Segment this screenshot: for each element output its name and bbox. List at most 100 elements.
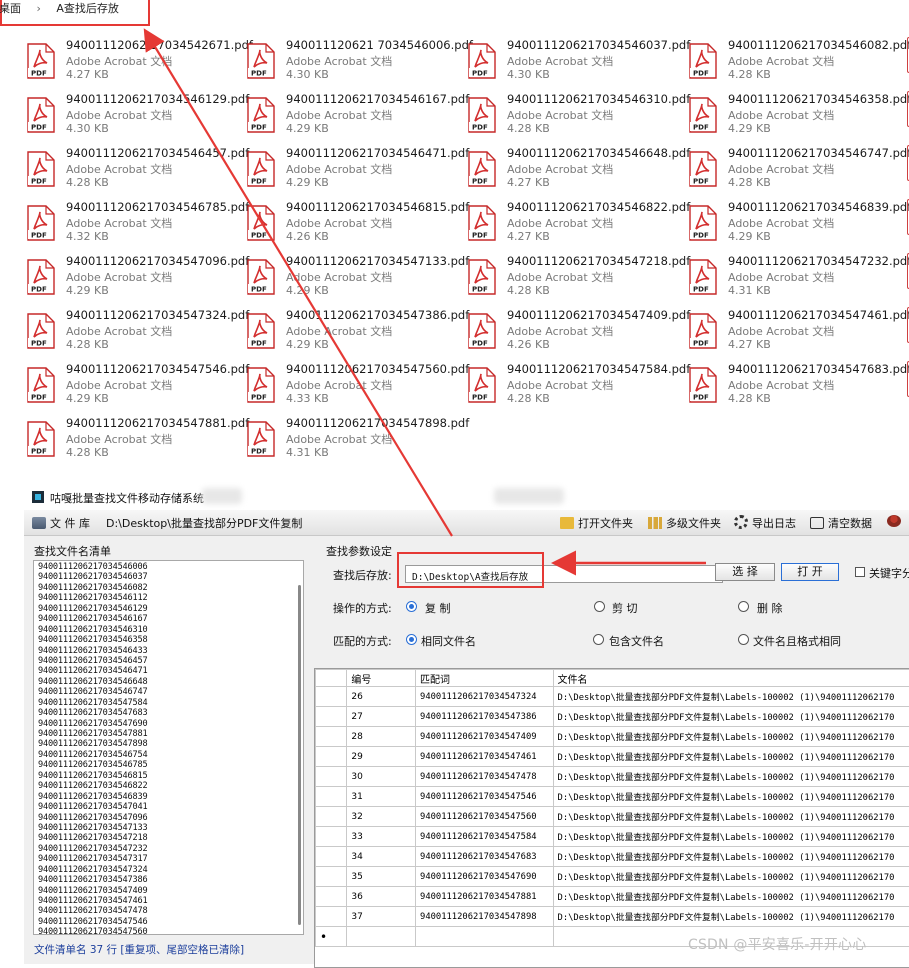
cell-filename[interactable]: D:\Desktop\批量查找部分PDF文件复制\Labels-100002 (… (553, 727, 909, 747)
results-grid[interactable]: 编号 匹配词 文件名 269400111206217034547324D:\De… (314, 668, 909, 968)
row-selector[interactable] (316, 807, 347, 827)
file-item[interactable]: PDF9400111206217034547218.pdfAdobe Acrob… (466, 256, 681, 308)
cell-filename[interactable]: D:\Desktop\批量查找部分PDF文件复制\Labels-100002 (… (553, 807, 909, 827)
cell-no[interactable] (347, 927, 416, 947)
list-item[interactable]: 9400111206217034547584 (34, 698, 303, 708)
list-item[interactable]: 9400111206217034546006 (34, 562, 303, 572)
row-selector[interactable] (316, 827, 347, 847)
col-header-word[interactable]: 匹配词 (416, 670, 554, 687)
file-item[interactable]: PDF9400111206217034547881.pdfAdobe Acrob… (25, 418, 240, 470)
file-item[interactable]: PDF9400111206217034546839.pdfAdobe Acrob… (687, 202, 902, 254)
col-header-filename[interactable]: 文件名 (553, 670, 909, 687)
row-selector[interactable] (316, 707, 347, 727)
file-item[interactable]: PDF9400111206217034547560.pdfAdobe Acrob… (245, 364, 460, 416)
cell-word[interactable]: 9400111206217034547324 (416, 687, 554, 707)
file-item[interactable]: PDF9400111206217034546358.pdfAdobe Acrob… (687, 94, 902, 146)
cell-filename[interactable]: D:\Desktop\批量查找部分PDF文件复制\Labels-100002 (… (553, 687, 909, 707)
list-item[interactable]: 9400111206217034547409 (34, 886, 303, 896)
table-row[interactable]: 329400111206217034547560D:\Desktop\批量查找部… (316, 807, 909, 827)
op-copy-radio[interactable] (406, 601, 417, 612)
list-item[interactable]: 9400111206217034547881 (34, 729, 303, 739)
file-item[interactable]: PDF9400111206217034547898.pdfAdobe Acrob… (245, 418, 460, 470)
list-item[interactable]: 9400111206217034546648 (34, 677, 303, 687)
cell-filename[interactable]: D:\Desktop\批量查找部分PDF文件复制\Labels-100002 (… (553, 767, 909, 787)
file-item[interactable]: PDF9400111206217034546167.pdfAdobe Acrob… (245, 94, 460, 146)
match-contains-radio[interactable] (593, 634, 604, 645)
row-selector[interactable] (316, 747, 347, 767)
breadcrumb-root[interactable]: 桌面 (0, 0, 21, 16)
file-item[interactable]: PDF9400111206217034546747.pdfAdobe Acrob… (687, 148, 902, 200)
list-item[interactable]: 9400111206217034547478 (34, 906, 303, 916)
row-selector[interactable] (316, 787, 347, 807)
library-button[interactable]: 文 件 库 (32, 515, 90, 531)
table-row[interactable]: 299400111206217034547461D:\Desktop\批量查找部… (316, 747, 909, 767)
cell-word[interactable]: 9400111206217034547409 (416, 727, 554, 747)
list-item[interactable]: 9400111206217034546310 (34, 625, 303, 635)
file-item[interactable]: PDF9400111206217034546471.pdfAdobe Acrob… (245, 148, 460, 200)
cell-word[interactable]: 9400111206217034547478 (416, 767, 554, 787)
list-item[interactable]: 9400111206217034547690 (34, 719, 303, 729)
list-item[interactable]: 9400111206217034547546 (34, 917, 303, 927)
list-item[interactable]: 9400111206217034546754 (34, 750, 303, 760)
list-item[interactable]: 9400111206217034546129 (34, 604, 303, 614)
list-item[interactable]: 9400111206217034546082 (34, 583, 303, 593)
file-item[interactable]: PDF9400111206217034547461.pdfAdobe Acrob… (687, 310, 902, 362)
open-folder-button[interactable]: 打开文件夹 (560, 515, 633, 531)
table-row[interactable]: 339400111206217034547584D:\Desktop\批量查找部… (316, 827, 909, 847)
row-selector[interactable] (316, 887, 347, 907)
col-header-no[interactable]: 编号 (347, 670, 416, 687)
user-icon[interactable] (887, 515, 905, 528)
file-item[interactable]: PDF9400111206217034547096.pdfAdobe Acrob… (25, 256, 240, 308)
list-item[interactable]: 9400111206217034546433 (34, 646, 303, 656)
search-name-list[interactable]: 9400111206217034546006 940011120621703454… (33, 560, 304, 935)
cell-no[interactable]: 28 (347, 727, 416, 747)
file-item[interactable]: PDF9400111206217034546457.pdfAdobe Acrob… (25, 148, 240, 200)
cell-word[interactable]: 9400111206217034547461 (416, 747, 554, 767)
cell-filename[interactable]: D:\Desktop\批量查找部分PDF文件复制\Labels-100002 (… (553, 787, 909, 807)
export-log-button[interactable]: 导出日志 (734, 515, 796, 531)
cell-no[interactable]: 36 (347, 887, 416, 907)
file-item[interactable]: PDF940011120621 7034546006.pdfAdobe Acro… (245, 40, 460, 92)
clear-data-button[interactable]: 清空数据 (810, 515, 872, 531)
row-selector[interactable] (316, 767, 347, 787)
list-item[interactable]: 9400111206217034546747 (34, 687, 303, 697)
cell-no[interactable]: 30 (347, 767, 416, 787)
cell-word[interactable]: 9400111206217034547546 (416, 787, 554, 807)
list-item[interactable]: 9400111206217034546457 (34, 656, 303, 666)
cell-no[interactable]: 33 (347, 827, 416, 847)
row-selector[interactable] (316, 867, 347, 887)
cell-no[interactable]: 26 (347, 687, 416, 707)
list-item[interactable]: 9400111206217034547683 (34, 708, 303, 718)
file-item[interactable]: PDF9400111206217034546129.pdfAdobe Acrob… (25, 94, 240, 146)
cell-word[interactable]: 9400111206217034547690 (416, 867, 554, 887)
list-item[interactable]: 9400111206217034547096 (34, 813, 303, 823)
table-row[interactable]: 279400111206217034547386D:\Desktop\批量查找部… (316, 707, 909, 727)
list-item[interactable]: 9400111206217034546358 (34, 635, 303, 645)
cell-no[interactable]: 27 (347, 707, 416, 727)
list-scrollbar[interactable] (298, 585, 301, 925)
breadcrumb-folder[interactable]: A查找后存放 (56, 0, 119, 16)
open-button[interactable]: 打 开 (781, 563, 839, 581)
table-row[interactable]: 349400111206217034547683D:\Desktop\批量查找部… (316, 847, 909, 867)
file-item[interactable]: PDF9400111206217034547584.pdfAdobe Acrob… (466, 364, 681, 416)
list-item[interactable]: 9400111206217034547461 (34, 896, 303, 906)
file-item[interactable]: PDF9400111206217034547232.pdfAdobe Acrob… (687, 256, 902, 308)
row-selector[interactable] (316, 847, 347, 867)
table-row[interactable]: 319400111206217034547546D:\Desktop\批量查找部… (316, 787, 909, 807)
cell-word[interactable]: 9400111206217034547386 (416, 707, 554, 727)
row-selector[interactable] (316, 907, 347, 927)
cell-filename[interactable]: D:\Desktop\批量查找部分PDF文件复制\Labels-100002 (… (553, 707, 909, 727)
table-row[interactable]: 309400111206217034547478D:\Desktop\批量查找部… (316, 767, 909, 787)
list-item[interactable]: 9400111206217034547324 (34, 865, 303, 875)
op-cut-radio[interactable] (594, 601, 605, 612)
cell-filename[interactable]: D:\Desktop\批量查找部分PDF文件复制\Labels-100002 (… (553, 867, 909, 887)
cell-word[interactable]: 9400111206217034547560 (416, 807, 554, 827)
list-item[interactable]: 9400111206217034546839 (34, 792, 303, 802)
cell-no[interactable]: 29 (347, 747, 416, 767)
list-item[interactable]: 9400111206217034547041 (34, 802, 303, 812)
file-item[interactable]: PDF9400111206217034546310.pdfAdobe Acrob… (466, 94, 681, 146)
file-item[interactable]: PDF9400111206217034546648.pdfAdobe Acrob… (466, 148, 681, 200)
table-row[interactable]: 359400111206217034547690D:\Desktop\批量查找部… (316, 867, 909, 887)
list-item[interactable]: 9400111206217034547317 (34, 854, 303, 864)
list-item[interactable]: 9400111206217034546471 (34, 666, 303, 676)
